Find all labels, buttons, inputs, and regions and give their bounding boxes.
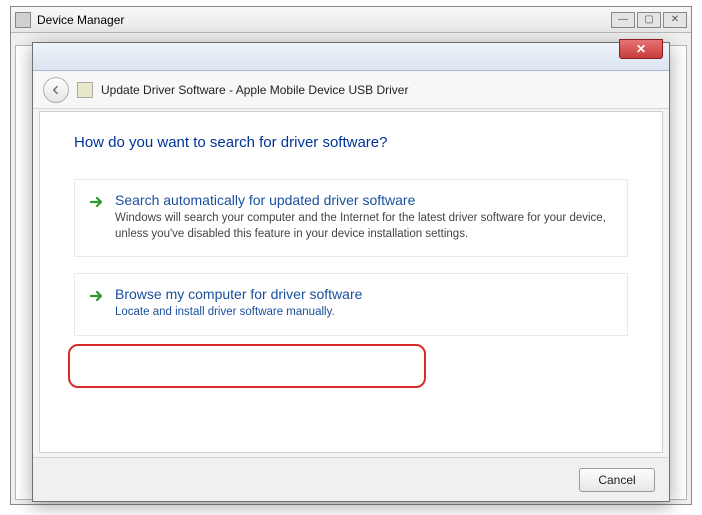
driver-icon — [77, 82, 93, 98]
device-manager-title: Device Manager — [37, 13, 611, 27]
option-title: Browse my computer for driver software — [115, 286, 613, 302]
window-controls: — ▢ ✕ — [611, 12, 687, 28]
option-desc: Locate and install driver software manua… — [115, 305, 613, 321]
option-desc: Windows will search your computer and th… — [115, 211, 613, 242]
arrow-right-icon — [89, 288, 105, 304]
dialog-titlebar: ✕ — [33, 43, 669, 71]
minimize-button[interactable]: — — [611, 12, 635, 28]
cancel-button[interactable]: Cancel — [579, 468, 655, 492]
device-manager-titlebar: Device Manager — ▢ ✕ — [11, 7, 691, 33]
highlight-ring — [68, 344, 426, 388]
close-icon: ✕ — [636, 42, 646, 56]
arrow-left-icon — [50, 84, 62, 96]
dialog-footer: Cancel — [33, 457, 669, 501]
dialog-content: How do you want to search for driver sof… — [39, 111, 663, 453]
maximize-button[interactable]: ▢ — [637, 12, 661, 28]
option-body: Search automatically for updated driver … — [115, 192, 613, 242]
option-search-automatically[interactable]: Search automatically for updated driver … — [74, 179, 628, 257]
dialog-nav-title: Update Driver Software - Apple Mobile De… — [101, 83, 408, 97]
dialog-heading: How do you want to search for driver sof… — [74, 134, 628, 151]
close-button[interactable]: ✕ — [663, 12, 687, 28]
arrow-right-icon — [89, 194, 105, 210]
update-driver-dialog: ✕ Update Driver Software - Apple Mobile … — [32, 42, 670, 502]
device-manager-icon — [15, 12, 31, 28]
option-browse-computer[interactable]: Browse my computer for driver software L… — [74, 273, 628, 336]
option-title: Search automatically for updated driver … — [115, 192, 613, 208]
back-button[interactable] — [43, 77, 69, 103]
dialog-nav: Update Driver Software - Apple Mobile De… — [33, 71, 669, 109]
option-body: Browse my computer for driver software L… — [115, 286, 613, 321]
dialog-close-button[interactable]: ✕ — [619, 39, 663, 59]
